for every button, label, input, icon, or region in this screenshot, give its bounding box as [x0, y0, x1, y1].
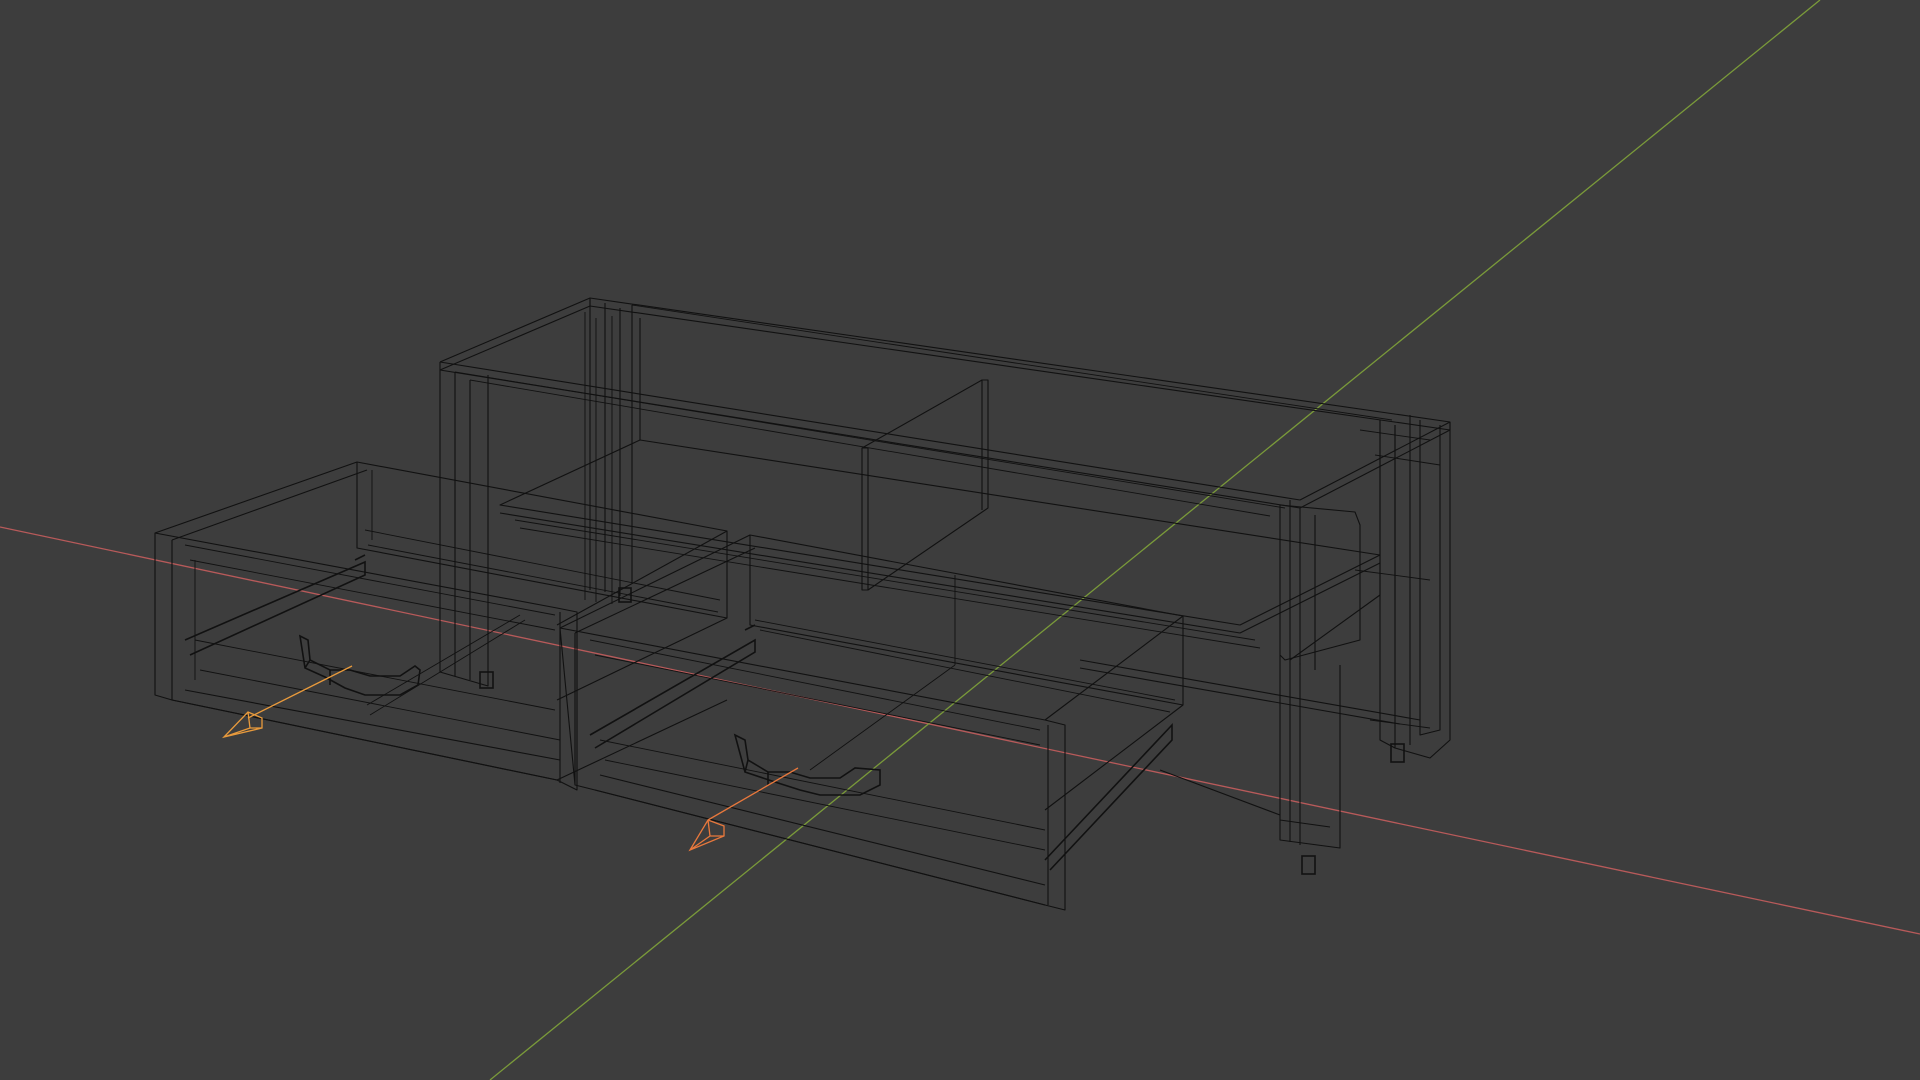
cabinet-right-leg-front — [1279, 655, 1341, 849]
left-drawer-right-side — [556, 530, 728, 701]
cabinet-right-side — [1289, 420, 1396, 670]
cabinet-center-divider — [861, 379, 989, 591]
viewport-canvas[interactable] — [0, 0, 1920, 1080]
right-drawer-back-panel — [749, 534, 1184, 706]
right-drawer-front-panel — [559, 627, 1066, 911]
right-drawer-right-side — [1044, 615, 1184, 811]
3d-viewport[interactable] — [0, 0, 1920, 1080]
right-drawer-handle — [733, 733, 881, 796]
cabinet-left-back-post — [589, 298, 641, 596]
left-drawer-wireframe[interactable] — [154, 461, 728, 791]
cabinet-right-leg-back — [1379, 415, 1451, 759]
cabinet-top-panel — [439, 361, 1451, 509]
right-drawer-wireframe[interactable] — [559, 534, 1184, 911]
left-drawer-slide-rail — [184, 554, 366, 656]
left-drawer-empty-arrow[interactable] — [222, 665, 353, 739]
left-drawer-inner-rim — [184, 544, 561, 741]
right-drawer-side-rail — [1044, 722, 1173, 871]
left-drawer-left-side — [154, 461, 368, 541]
cabinet-body-wireframe[interactable] — [439, 297, 1451, 875]
right-drawer-inner-rim — [589, 639, 1046, 851]
cabinet-right-inner-lines — [1354, 429, 1441, 729]
y-axis-line — [489, 0, 1821, 1080]
cabinet-left-side — [439, 362, 489, 687]
left-drawer-handle — [298, 634, 421, 696]
left-drawer-inner-back — [364, 470, 721, 613]
cabinet-right-front-frame — [1279, 504, 1361, 661]
cabinet-top-front-edge — [439, 297, 591, 371]
right-drawer-slide-rail — [589, 624, 756, 749]
cabinet-left-back-inner — [584, 312, 613, 604]
right-front-foot — [1301, 855, 1316, 875]
cabinet-middle-shelf-inner — [514, 519, 1261, 649]
